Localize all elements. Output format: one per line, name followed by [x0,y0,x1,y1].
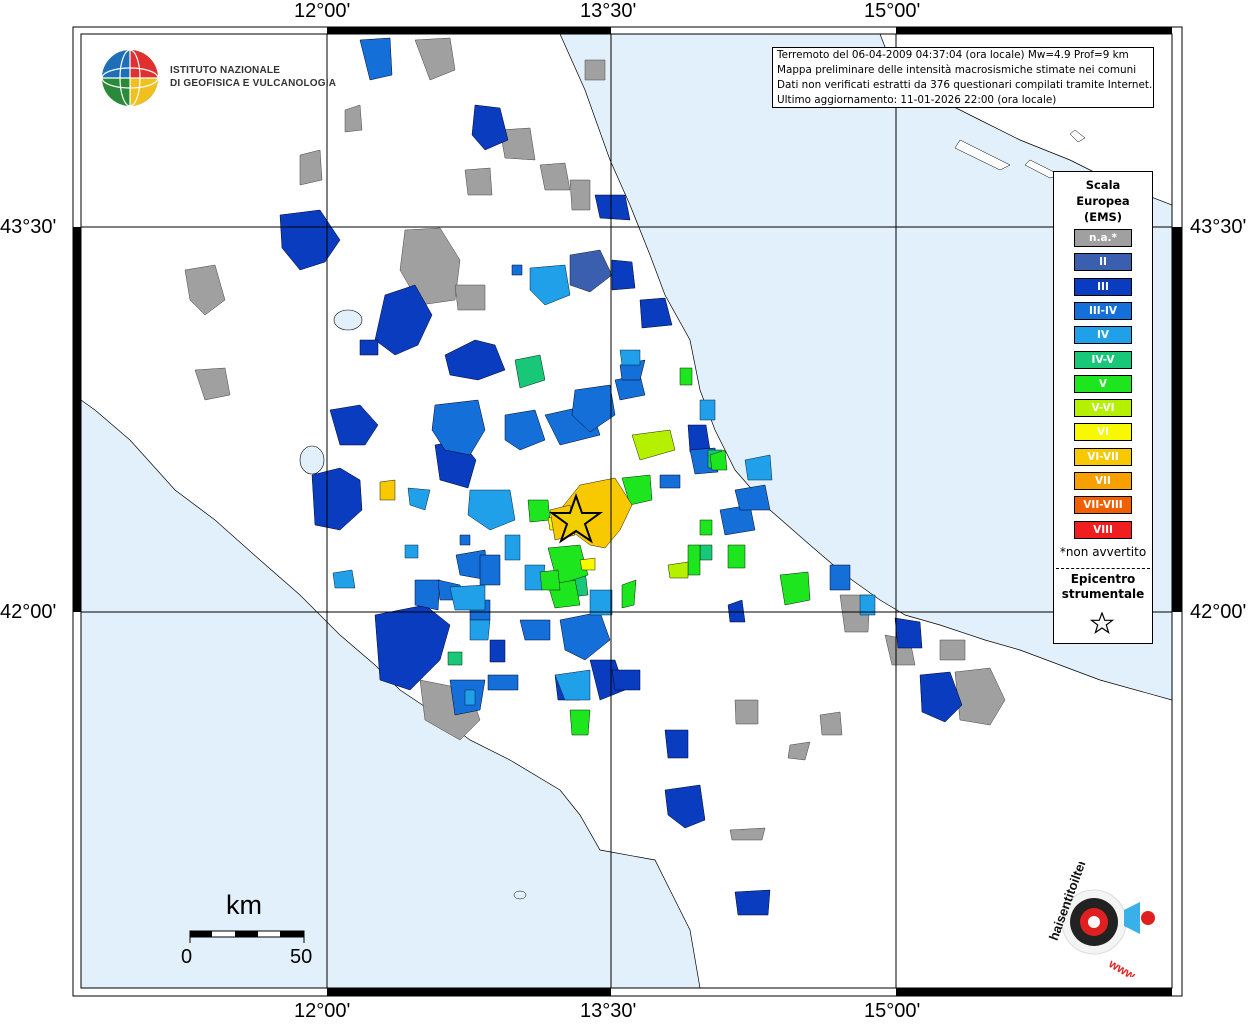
legend-title-1: Scala [1085,178,1121,192]
ingv-logo-text: ISTITUTO NAZIONALE DI GEOFISICA E VULCAN… [170,64,336,90]
lon-label-top-1: 12°00' [294,0,351,22]
legend-note: *non avvertito [1059,545,1147,559]
legend-item: VI [1074,423,1132,442]
legend-item: VII-VIII [1074,496,1132,515]
logo-line-2: DI GEOFISICA E VULCANOLOGIA [170,78,337,89]
logo-line-1: ISTITUTO NAZIONALE [170,65,281,76]
badge-www: www. [1106,956,1141,977]
lon-label-top-3: 15°00' [864,0,921,22]
ingv-logo-icon [101,49,159,107]
lon-label-bottom-2: 13°30' [580,1000,637,1022]
legend-title-3: (EMS) [1083,210,1123,224]
event-info-box: Terremoto del 06-04-2009 04:37:04 (ora l… [772,47,1154,108]
info-line-2: Mappa preliminare delle intensità macros… [777,64,1137,76]
legend-item: III [1074,277,1132,296]
lat-label-right-2: 42°00' [1190,601,1247,623]
legend-epicenter-label: Epicentro strumentale [1054,572,1152,602]
lon-label-bottom-3: 15°00' [864,1000,921,1022]
legend-item: VIII [1074,520,1132,539]
map-plot-area [81,34,1172,988]
legend-star-icon [1090,612,1114,634]
legend-item: III-IV [1074,301,1132,320]
info-line-3: Dati non verificati estratti da 376 ques… [777,79,1153,91]
haisentito-logo-icon: haisentitoilterremoto.it www. [1046,862,1155,977]
legend-item: V [1074,374,1132,393]
scale-min: 0 [181,946,193,968]
legend-item: II [1074,253,1132,272]
legend-item: VII [1074,472,1132,490]
legend-item: IV-V [1074,350,1132,369]
legend: Scala Europea (EMS) n.a.* II III III-IV IV IV… [1053,171,1153,644]
legend-item: VI-VII [1074,447,1132,466]
lon-label-top-2: 13°30' [580,0,637,22]
legend-separator [1056,568,1150,569]
lat-label-left-1: 43°30' [0,216,57,238]
legend-item: V-VI [1074,399,1132,418]
legend-item: IV [1074,326,1132,345]
info-line-1: Terremoto del 06-04-2009 04:37:04 (ora l… [777,49,1129,61]
scale-bar [189,930,305,943]
legend-item: n.a.* [1074,229,1132,247]
lat-label-left-2: 42°00' [0,601,57,623]
legend-title: Scala Europea (EMS) [1054,177,1152,225]
lon-label-bottom-1: 12°00' [294,1000,351,1022]
lat-label-right-1: 43°30' [1190,216,1247,238]
info-line-4: Ultimo aggiornamento: 11-01-2026 22:00 (… [777,94,1057,106]
legend-epi-2: strumentale [1061,587,1145,601]
legend-epi-1: Epicentro [1070,572,1136,586]
legend-title-2: Europea [1076,194,1130,208]
scale-max: 50 [290,946,313,968]
